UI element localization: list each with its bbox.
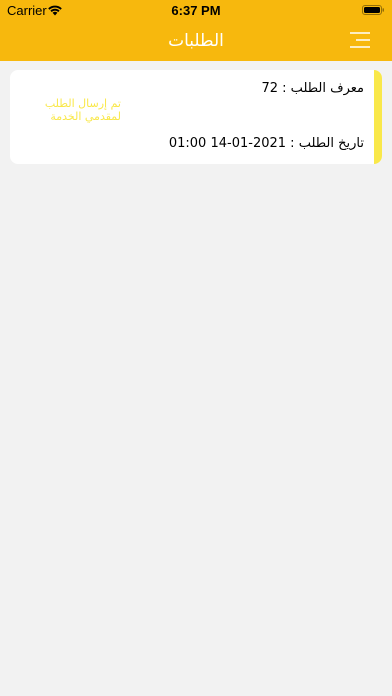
order-id: معرف الطلب : 72 [261, 81, 364, 96]
menu-icon[interactable] [348, 30, 372, 50]
card-accent-bar [374, 70, 382, 164]
page-title: الطلبات [168, 31, 224, 51]
clock: 6:37 PM [171, 3, 221, 18]
order-status-line: تم إرسال الطلب [44, 97, 121, 110]
order-date: تاريخ الطلب : 2021-01-14 01:00 [168, 136, 364, 151]
status-bar: Carrier 6:37 PM [0, 0, 392, 22]
order-status-line: لمقدمي الخدمة [50, 110, 121, 123]
order-card[interactable]: معرف الطلب : 72 تم إرسال الطلب لمقدمي ال… [10, 70, 382, 164]
orders-screen: Carrier 6:37 PM الطلبات معرف الطلب: 72 … [0, 0, 392, 696]
battery-icon [362, 5, 384, 15]
top-bar: Carrier 6:37 PM الطلبات [0, 0, 392, 61]
order-status: تم إرسال الطلب لمقدمي الخدمة [21, 97, 121, 123]
nav-bar: الطلبات [0, 22, 392, 61]
